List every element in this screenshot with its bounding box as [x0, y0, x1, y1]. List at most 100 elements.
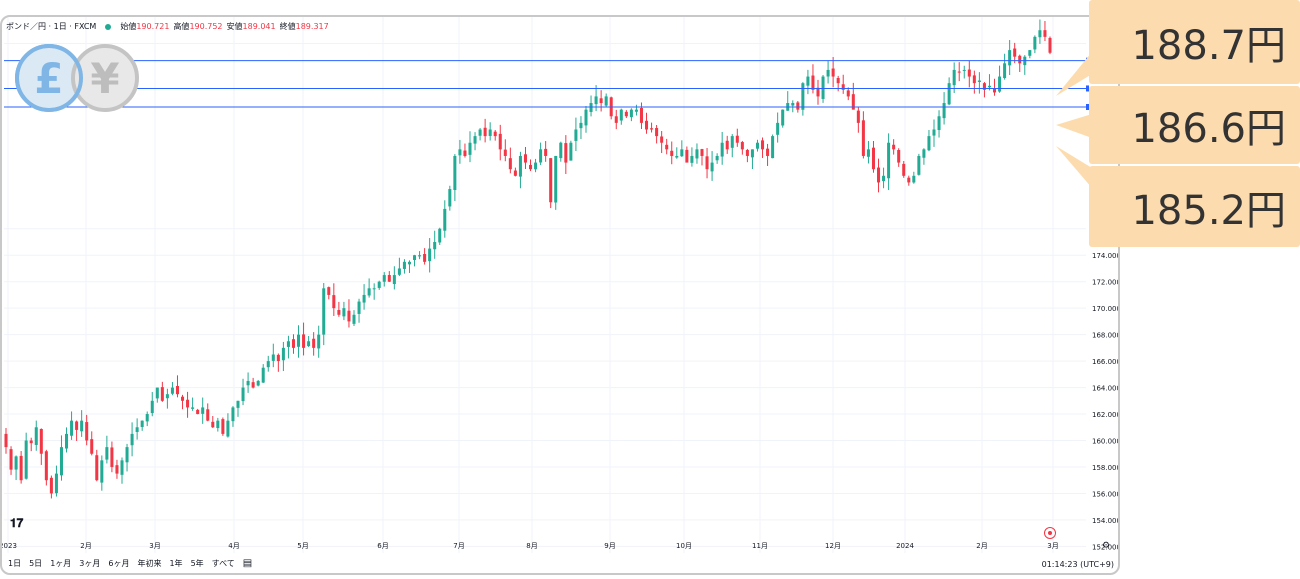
range-button[interactable]: すべて: [212, 558, 235, 569]
calendar-icon[interactable]: ▤: [243, 558, 252, 569]
candle: [4, 428, 8, 454]
y-tick-label: 156.000: [1092, 490, 1118, 498]
candle: [160, 381, 164, 402]
x-tick-label: 7月: [453, 542, 464, 550]
symbol-title[interactable]: ポンド／円 · 1日 · FXCM: [6, 21, 96, 32]
candle: [276, 353, 280, 372]
gear-icon: ⚙: [1102, 541, 1110, 551]
candle: [392, 266, 396, 290]
candle: [962, 65, 966, 79]
range-button[interactable]: 1日: [8, 558, 21, 569]
candle: [912, 171, 916, 184]
x-tick-label: 9月: [604, 542, 615, 550]
candle: [549, 158, 553, 209]
clock[interactable]: 01:14:23 (UTC+9): [1042, 560, 1114, 569]
candle: [246, 372, 250, 393]
candle: [493, 129, 497, 141]
y-tick-label: 166.000: [1092, 358, 1118, 366]
candle: [660, 130, 664, 154]
candle: [362, 284, 366, 310]
candle: [725, 135, 729, 154]
candle: [175, 375, 179, 398]
yen-glyph: ¥: [90, 54, 119, 103]
range-button[interactable]: 年初来: [137, 558, 161, 569]
candle: [705, 147, 709, 179]
candle: [922, 148, 926, 165]
candle: [776, 112, 780, 143]
y-tick-label: 158.000: [1092, 464, 1118, 472]
chart-frame: 152.000154.000156.000158.000160.000162.0…: [0, 15, 1120, 575]
candle: [882, 167, 886, 189]
candle: [297, 325, 301, 358]
candle: [907, 175, 911, 186]
candle: [589, 95, 593, 117]
candle: [206, 403, 210, 422]
candle: [443, 200, 447, 238]
candle: [947, 77, 951, 106]
callout-level-1: 188.7円: [1089, 0, 1300, 84]
candle: [1043, 21, 1047, 42]
candle: [614, 109, 618, 130]
range-button[interactable]: 5日: [29, 558, 42, 569]
candle: [317, 325, 321, 358]
candle: [1018, 54, 1022, 73]
candle: [135, 418, 139, 440]
candle: [846, 87, 850, 101]
callout-level-3: 185.2円: [1089, 166, 1300, 247]
y-tick-label: 168.000: [1092, 332, 1118, 340]
y-tick-label: 162.000: [1092, 411, 1118, 419]
candle: [513, 167, 517, 177]
candle: [170, 381, 174, 396]
candle: [670, 141, 674, 165]
candle: [221, 417, 225, 436]
candle: [730, 134, 734, 158]
candle: [629, 108, 633, 122]
candle: [65, 427, 69, 453]
tradingview-logo[interactable]: 𝟏𝟕: [10, 516, 23, 531]
range-button[interactable]: 6ヶ月: [108, 558, 129, 569]
candlestick-chart[interactable]: 152.000154.000156.000158.000160.000162.0…: [2, 17, 1118, 573]
candle: [307, 336, 311, 348]
candle: [624, 110, 628, 119]
range-button[interactable]: 1年: [169, 558, 182, 569]
x-tick-label: 3月: [1047, 542, 1058, 550]
candle: [665, 138, 669, 155]
candle: [9, 446, 13, 475]
candle: [534, 158, 538, 173]
target-icon[interactable]: [1044, 527, 1056, 539]
symbol-header[interactable]: ポンド／円 · 1日 · FXCM 始値190.721 高値190.752 安値18…: [6, 21, 333, 32]
x-tick-label: 10月: [676, 542, 692, 550]
x-tick-label: 11月: [752, 542, 768, 550]
range-button[interactable]: 1ヶ月: [50, 558, 71, 569]
candle: [483, 118, 487, 143]
x-tick-label: 3月: [149, 542, 160, 550]
candle: [604, 93, 608, 108]
candle: [266, 355, 270, 372]
candle: [508, 147, 512, 174]
candle: [619, 108, 623, 125]
range-button[interactable]: 5年: [191, 558, 204, 569]
candle: [216, 417, 220, 432]
candle: [564, 135, 568, 175]
support-resistance-lines: [4, 57, 1089, 110]
candle: [897, 148, 901, 167]
candle: [322, 283, 326, 346]
candle: [54, 465, 58, 497]
candle: [977, 72, 981, 94]
candle: [1013, 42, 1017, 64]
candle: [397, 257, 401, 277]
ohlc-label: 高値: [173, 22, 190, 31]
x-tick-label: 12月: [825, 542, 841, 550]
candle: [150, 392, 154, 417]
candle: [256, 379, 260, 387]
candle: [44, 449, 48, 486]
candle: [957, 62, 961, 82]
range-button[interactable]: 3ヶ月: [79, 558, 100, 569]
candle: [544, 141, 548, 162]
x-tick-label: 2024: [896, 542, 914, 550]
currency-icons: £ ¥: [15, 44, 139, 112]
candle: [372, 283, 376, 300]
candle: [70, 411, 74, 440]
candle: [1048, 36, 1052, 55]
candle: [816, 79, 820, 105]
